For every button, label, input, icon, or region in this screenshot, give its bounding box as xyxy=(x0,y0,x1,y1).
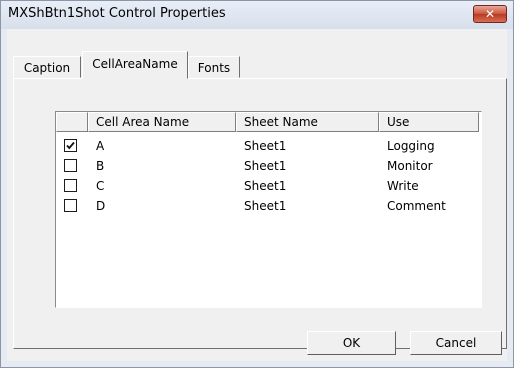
close-button[interactable]: ✕ xyxy=(473,5,507,23)
use-value: Logging xyxy=(387,139,435,153)
tab-caption[interactable]: Caption xyxy=(13,56,81,78)
cell-area-name: A xyxy=(96,139,105,153)
title-bar[interactable]: MXShBtn1Shot Control Properties ✕ xyxy=(1,1,513,29)
tab-cellareaname[interactable]: CellAreaName xyxy=(82,51,188,79)
column-header-cell-area-name[interactable]: Cell Area Name xyxy=(88,112,236,132)
sheet-name: Sheet1 xyxy=(244,159,287,173)
column-header-sheet-name[interactable]: Sheet Name xyxy=(236,112,379,132)
row-checkbox[interactable] xyxy=(64,199,77,212)
properties-dialog: MXShBtn1Shot Control Properties ✕ Captio… xyxy=(0,0,514,368)
sheet-name: Sheet1 xyxy=(244,199,287,213)
cancel-button[interactable]: Cancel xyxy=(410,331,502,355)
close-icon: ✕ xyxy=(484,7,496,21)
row-checkbox[interactable] xyxy=(64,159,77,172)
dialog-client-area: Caption CellAreaName Fonts Cell Area Nam… xyxy=(7,29,507,361)
list-item[interactable]: D Sheet1 Comment xyxy=(56,196,476,216)
ok-button[interactable]: OK xyxy=(307,331,396,355)
cell-area-name: D xyxy=(96,199,106,213)
checkmark-icon xyxy=(66,141,75,150)
row-checkbox[interactable] xyxy=(64,139,77,152)
sheet-name: Sheet1 xyxy=(244,179,287,193)
cell-area-list[interactable]: Cell Area Name Sheet Name Use A Sheet1 L… xyxy=(55,111,482,308)
sheet-name: Sheet1 xyxy=(244,139,287,153)
use-value: Monitor xyxy=(387,159,433,173)
use-value: Comment xyxy=(387,199,446,213)
tab-fonts[interactable]: Fonts xyxy=(188,56,240,78)
row-checkbox[interactable] xyxy=(64,179,77,192)
list-item[interactable]: A Sheet1 Logging xyxy=(56,136,476,156)
use-value: Write xyxy=(387,179,419,193)
window-title: MXShBtn1Shot Control Properties xyxy=(8,6,226,21)
column-header-use[interactable]: Use xyxy=(379,112,479,132)
column-header-check[interactable] xyxy=(56,112,88,132)
list-item[interactable]: C Sheet1 Write xyxy=(56,176,476,196)
cell-area-name: C xyxy=(96,179,105,193)
list-header: Cell Area Name Sheet Name Use xyxy=(56,112,481,134)
cell-area-name: B xyxy=(96,159,105,173)
list-item[interactable]: B Sheet1 Monitor xyxy=(56,156,476,176)
